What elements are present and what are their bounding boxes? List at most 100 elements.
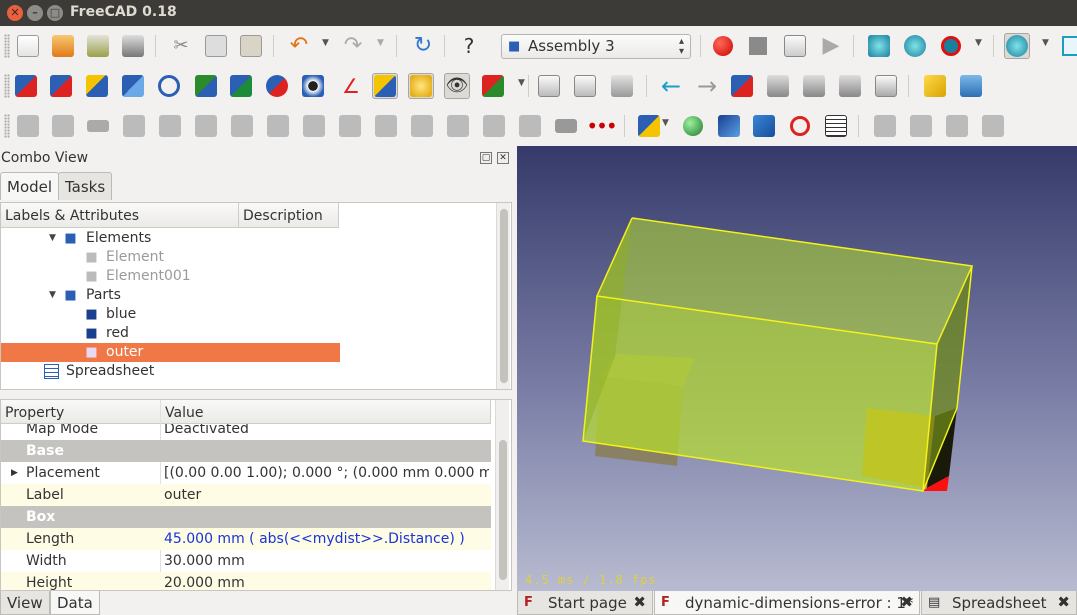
auto-recompute-icon[interactable] [372, 73, 398, 99]
link-replace-icon[interactable] [801, 73, 827, 99]
part-cube-icon[interactable] [922, 73, 948, 99]
tab-data[interactable]: Data [50, 591, 100, 615]
toolbar-handle[interactable] [4, 114, 10, 138]
import-part-icon[interactable] [120, 73, 146, 99]
toolbar-handle[interactable] [4, 74, 10, 98]
close-tab-icon[interactable]: ✖ [1057, 593, 1070, 611]
3d-viewport[interactable]: 4.5 ms / 1.8 fps [517, 146, 1077, 591]
tree-icon[interactable] [609, 73, 635, 99]
measure-icon[interactable] [872, 113, 898, 139]
add-workplane-icon[interactable] [480, 73, 506, 99]
constraint-plane-icon[interactable] [50, 113, 76, 139]
property-row-label[interactable]: Label outer [1, 484, 491, 506]
constraint-point-icon[interactable] [121, 113, 147, 139]
constraint-line-icon[interactable] [481, 113, 507, 139]
tree-scrollbar[interactable] [496, 203, 510, 389]
property-scrollbar-thumb[interactable] [499, 440, 507, 580]
constraint-group-icon[interactable] [636, 113, 662, 139]
doc-tab-dynamic-dimensions[interactable]: F dynamic-dimensions-error : 1* ✖ [654, 591, 920, 615]
measure-clear-icon[interactable] [980, 113, 1006, 139]
constraint-symmetric-icon[interactable] [265, 113, 291, 139]
close-tab-icon[interactable]: ✖ [900, 593, 913, 611]
tree-item-element[interactable]: ■ Element [1, 248, 494, 267]
constraint-angle-icon[interactable] [301, 113, 327, 139]
draw-style-dropdown-icon[interactable]: ▼ [975, 38, 982, 48]
property-value[interactable]: outer [164, 484, 489, 506]
new-assembly-icon[interactable] [13, 73, 39, 99]
add-part-icon[interactable] [84, 73, 110, 99]
tab-model[interactable]: Model [0, 172, 60, 200]
spreadsheet-icon[interactable] [823, 113, 849, 139]
float-panel-icon[interactable]: ▢ [480, 152, 492, 164]
property-row-length[interactable]: Length 45.000 mm ( abs(<<mydist>>.Distan… [1, 528, 491, 550]
property-value[interactable]: 20.000 mm [164, 572, 489, 590]
tree-item-outer[interactable]: ■ outer [1, 343, 340, 362]
tree-item-parts[interactable]: ▼ ■ Parts [1, 286, 494, 305]
print-icon[interactable] [120, 33, 146, 59]
redo-dropdown-icon[interactable]: ▼ [377, 38, 384, 48]
collapse-arrow-icon[interactable]: ▼ [49, 229, 56, 248]
record-macro-icon[interactable] [710, 33, 736, 59]
visibility-icon[interactable] [300, 73, 326, 99]
open-document-icon[interactable] [50, 33, 76, 59]
expand-arrow-icon[interactable]: ▶ [11, 462, 18, 484]
undo-dropdown-icon[interactable]: ▼ [322, 38, 329, 48]
link-import-icon[interactable] [837, 73, 863, 99]
tree-item-red[interactable]: ■ red [1, 324, 494, 343]
tree-item-blue[interactable]: ■ blue [1, 305, 494, 324]
property-scrollbar[interactable] [495, 400, 509, 590]
property-row-width[interactable]: Width 30.000 mm [1, 550, 491, 572]
quick-solve-icon[interactable] [193, 73, 219, 99]
paste-icon[interactable] [238, 33, 264, 59]
lock-icon[interactable] [264, 73, 290, 99]
view-fit-selection-icon[interactable] [902, 33, 928, 59]
group-folder-icon[interactable] [958, 73, 984, 99]
constraint-coincident-icon[interactable] [157, 113, 183, 139]
measure-distance-icon[interactable] [944, 113, 970, 139]
assembly-tree-icon[interactable] [729, 73, 755, 99]
isometric-view-icon[interactable] [1058, 33, 1077, 59]
stop-macro-icon[interactable] [745, 33, 771, 59]
3d-scene[interactable] [517, 146, 1077, 591]
collapse-arrow-icon[interactable]: ▼ [49, 286, 56, 305]
property-value[interactable]: [(0.00 0.00 1.00); 0.000 °; (0.000 mm 0.… [164, 462, 489, 484]
measure-angle-icon[interactable] [908, 113, 934, 139]
constraint-alignment-icon[interactable] [193, 113, 219, 139]
macros-icon[interactable] [782, 33, 808, 59]
constraint-points-icon[interactable] [445, 113, 471, 139]
view-fit-all-icon[interactable] [866, 33, 892, 59]
constraint-mirror-icon[interactable] [553, 113, 579, 139]
copy-icon[interactable] [203, 33, 229, 59]
panel-splitter[interactable] [0, 390, 512, 398]
link-select-icon[interactable] [873, 73, 899, 99]
undo-icon[interactable]: ↶ [286, 33, 312, 59]
tree-item-spreadsheet[interactable]: Spreadsheet [1, 362, 494, 381]
doc-tab-spreadsheet[interactable]: ▤ Spreadsheet ✖ [921, 591, 1077, 615]
link-icon[interactable] [765, 73, 791, 99]
tree-header-labels[interactable]: Labels & Attributes [1, 203, 239, 228]
eye-icon[interactable]: 👁 [444, 73, 470, 99]
cut-icon[interactable]: ✂ [168, 33, 194, 59]
constraint-horizontal-icon[interactable] [517, 113, 543, 139]
fillet-icon[interactable] [787, 113, 813, 139]
move-up-icon[interactable]: ← [658, 73, 684, 99]
constraint-axial-icon[interactable] [229, 113, 255, 139]
box-icon[interactable] [716, 113, 742, 139]
constraint-group-dropdown-icon[interactable]: ▼ [662, 118, 669, 128]
save-document-icon[interactable] [85, 33, 111, 59]
cube-icon[interactable] [751, 113, 777, 139]
more-constraints-icon[interactable]: ••• [586, 113, 617, 139]
highlight-icon[interactable] [408, 73, 434, 99]
property-row-map-mode[interactable]: Map Mode Deactivated [1, 424, 491, 438]
tree-scrollbar-thumb[interactable] [500, 209, 508, 383]
constraint-parallel-icon[interactable] [373, 113, 399, 139]
tree-item-element001[interactable]: ■ Element001 [1, 267, 494, 286]
property-row-height[interactable]: Height 20.000 mm [1, 572, 491, 590]
property-row-placement[interactable]: ▶ Placement [(0.00 0.00 1.00); 0.000 °; … [1, 462, 491, 484]
property-value[interactable]: Deactivated [164, 424, 489, 434]
toolbar-handle[interactable] [4, 34, 10, 58]
close-window-button[interactable]: ✕ [7, 5, 23, 21]
move-down-icon[interactable]: → [694, 73, 720, 99]
property-value[interactable]: 30.000 mm [164, 550, 489, 572]
sphere-icon[interactable] [680, 113, 706, 139]
